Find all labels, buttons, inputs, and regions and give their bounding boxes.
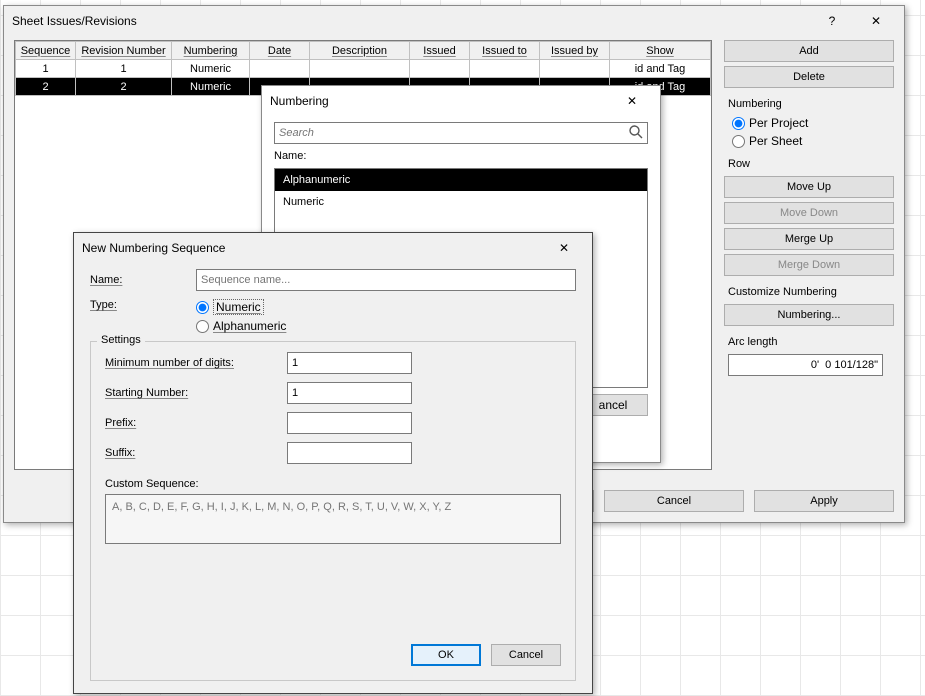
custom-seq-label: Custom Sequence: <box>105 478 561 490</box>
dialog-title: Numbering <box>270 94 612 108</box>
col-show[interactable]: Show <box>610 42 711 60</box>
apply-button[interactable]: Apply <box>754 490 894 512</box>
col-desc[interactable]: Description <box>310 42 410 60</box>
prefix-input[interactable] <box>287 412 412 434</box>
per-project-label: Per Project <box>749 116 808 130</box>
name-input[interactable] <box>196 269 576 291</box>
type-alpha-label: Alphanumeric <box>213 319 286 333</box>
dialog-title: Sheet Issues/Revisions <box>12 14 812 28</box>
search-icon[interactable] <box>628 124 644 143</box>
col-issuedby[interactable]: Issued by <box>540 42 610 60</box>
delete-button[interactable]: Delete <box>724 66 894 88</box>
row-group-label: Row <box>728 158 894 170</box>
col-issuedto[interactable]: Issued to <box>470 42 540 60</box>
window-controls: ? ✕ <box>812 9 896 33</box>
numbering-button[interactable]: Numbering... <box>724 304 894 326</box>
col-sequence[interactable]: Sequence <box>16 42 76 60</box>
merge-down-button: Merge Down <box>724 254 894 276</box>
move-down-button: Move Down <box>724 202 894 224</box>
list-item[interactable]: Numeric <box>275 191 647 213</box>
name-label: Name: <box>274 150 648 162</box>
start-number-label: Starting Number: <box>105 387 275 399</box>
type-numeric-label: Numeric <box>213 299 264 315</box>
close-icon[interactable]: ✕ <box>612 89 652 113</box>
per-sheet-radio[interactable] <box>732 135 745 148</box>
side-panel: Add Delete Numbering Per Project Per She… <box>724 40 894 470</box>
name-label: Name: <box>90 274 180 286</box>
type-alpha-radio[interactable] <box>196 320 209 333</box>
prefix-label: Prefix: <box>105 417 275 429</box>
min-digits-input[interactable] <box>287 352 412 374</box>
arc-length-label: Arc length <box>728 336 894 348</box>
ok-button[interactable]: OK <box>411 644 481 666</box>
new-numbering-dialog: New Numbering Sequence ✕ Name: Type: Num… <box>73 232 593 694</box>
suffix-label: Suffix: <box>105 447 275 459</box>
help-icon[interactable]: ? <box>812 9 852 33</box>
col-date[interactable]: Date <box>250 42 310 60</box>
titlebar[interactable]: New Numbering Sequence ✕ <box>74 233 592 263</box>
start-number-input[interactable] <box>287 382 412 404</box>
col-revnum[interactable]: Revision Number <box>76 42 172 60</box>
settings-legend: Settings <box>97 334 145 346</box>
type-numeric-radio[interactable] <box>196 301 209 314</box>
add-button[interactable]: Add <box>724 40 894 62</box>
titlebar[interactable]: Sheet Issues/Revisions ? ✕ <box>4 6 904 36</box>
per-sheet-label: Per Sheet <box>749 134 802 148</box>
close-icon[interactable]: ✕ <box>544 236 584 260</box>
list-item[interactable]: Alphanumeric <box>275 169 647 191</box>
customize-group-label: Customize Numbering <box>728 286 894 298</box>
suffix-input[interactable] <box>287 442 412 464</box>
settings-group: Settings Minimum number of digits: Start… <box>90 341 576 681</box>
cancel-button[interactable]: Cancel <box>604 490 744 512</box>
merge-up-button[interactable]: Merge Up <box>724 228 894 250</box>
arc-length-input[interactable] <box>728 354 883 376</box>
per-project-radio[interactable] <box>732 117 745 130</box>
min-digits-label: Minimum number of digits: <box>105 357 275 369</box>
search-input[interactable] <box>274 122 648 144</box>
col-issued[interactable]: Issued <box>410 42 470 60</box>
numbering-group-label: Numbering <box>728 98 894 110</box>
move-up-button[interactable]: Move Up <box>724 176 894 198</box>
close-icon[interactable]: ✕ <box>856 9 896 33</box>
search-box <box>274 122 648 144</box>
col-numbering[interactable]: Numbering <box>172 42 250 60</box>
type-label: Type: <box>90 299 180 311</box>
custom-sequence-area <box>105 494 561 544</box>
titlebar[interactable]: Numbering ✕ <box>262 86 660 116</box>
table-row[interactable]: 1 1 Numeric id and Tag <box>16 60 711 78</box>
dialog-title: New Numbering Sequence <box>82 241 544 255</box>
cancel-button[interactable]: Cancel <box>491 644 561 666</box>
